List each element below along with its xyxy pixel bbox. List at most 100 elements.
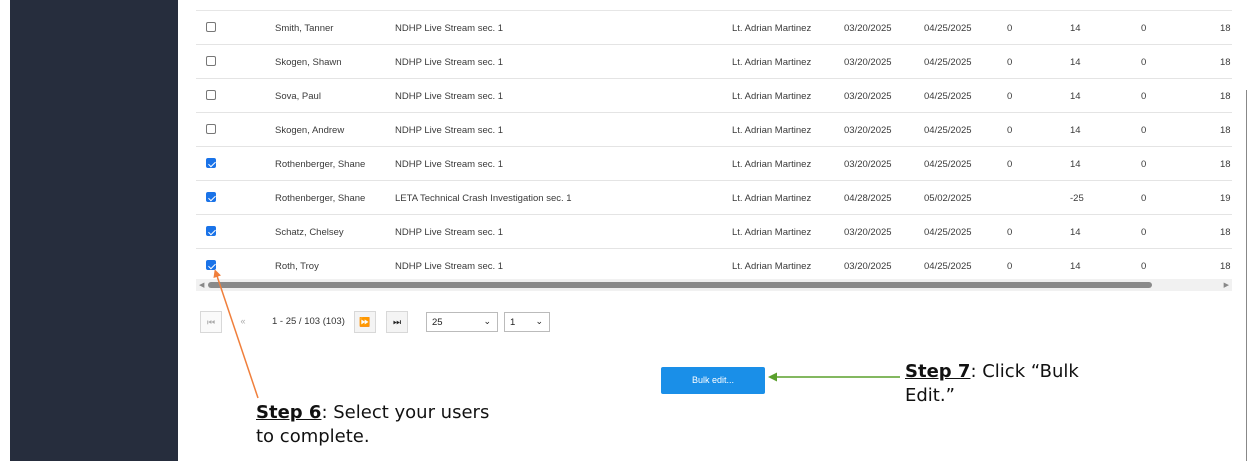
left-margin — [0, 0, 10, 461]
course-name: NDHP Live Stream sec. 1 — [395, 57, 504, 68]
table-row: Sova, Paul NDHP Live Stream sec. 1 Lt. Adr… — [196, 79, 1232, 113]
end-date: 04/25/2025 — [924, 57, 972, 68]
col-b-value: 14 — [1070, 23, 1081, 34]
step7-annotation: Step 7: Click “Bulk Edit.” — [905, 360, 1125, 408]
col-b-value: 14 — [1070, 261, 1081, 272]
student-name: Schatz, Chelsey — [275, 227, 344, 238]
scrollbar-thumb[interactable] — [208, 282, 1152, 288]
instructor-name: Lt. Adrian Martinez — [732, 193, 812, 204]
instructor-name: Lt. Adrian Martinez — [732, 57, 812, 68]
chevron-down-icon: ⌄ — [535, 316, 543, 326]
student-name: Skogen, Andrew — [275, 125, 345, 136]
col-c-value: 0 — [1141, 193, 1147, 204]
table-row: Schatz, Chelsey NDHP Live Stream sec. 1 Lt… — [196, 215, 1232, 249]
chevron-down-icon: ⌄ — [483, 316, 491, 326]
instructor-name: Lt. Adrian Martinez — [732, 227, 812, 238]
col-b-value: 14 — [1070, 125, 1081, 136]
end-date: 04/25/2025 — [924, 159, 972, 170]
scroll-left-icon[interactable]: ◀ — [199, 281, 204, 289]
col-a-value: 0 — [1007, 23, 1013, 34]
row-select-checkbox[interactable] — [206, 260, 216, 270]
page-range-text: 1 - 25 / 103 (103) — [272, 316, 345, 327]
table-row: Smith, Tanner NDHP Live Stream sec. 1 Lt. … — [196, 11, 1232, 45]
col-d-value: 18 — [1220, 261, 1231, 272]
end-date: 04/25/2025 — [924, 125, 972, 136]
start-date: 03/20/2025 — [844, 91, 892, 102]
instructor-name: Lt. Adrian Martinez — [732, 91, 812, 102]
last-page-button[interactable]: ⏭ — [386, 311, 408, 333]
row-select-checkbox[interactable] — [206, 90, 216, 100]
course-name: NDHP Live Stream sec. 1 — [395, 261, 504, 272]
course-name: NDHP Live Stream sec. 1 — [395, 23, 504, 34]
student-name: Smith, Tanner — [275, 23, 334, 34]
col-a-value: 0 — [1007, 261, 1013, 272]
start-date: 03/20/2025 — [844, 159, 892, 170]
student-name: Rothenberger, Shane — [275, 193, 366, 204]
bulk-edit-button[interactable]: Bulk edit... — [661, 367, 765, 394]
col-b-value: -25 — [1070, 193, 1084, 204]
horizontal-scrollbar[interactable]: ◀ ▶ — [196, 279, 1232, 291]
col-d-value: 18 — [1220, 57, 1231, 68]
next-page-button[interactable]: ⏩ — [354, 311, 376, 333]
row-select-checkbox[interactable] — [206, 124, 216, 134]
student-name: Rothenberger, Shane — [275, 159, 366, 170]
student-name: Roth, Troy — [275, 261, 319, 272]
table-row: Rothenberger, Shane LETA Technical Crash … — [196, 181, 1232, 215]
step6-annotation: Step 6: Select your users to complete. — [256, 401, 496, 449]
sidebar — [10, 0, 178, 461]
col-d-value: 18 — [1220, 159, 1231, 170]
instructor-name: Lt. Adrian Martinez — [732, 159, 812, 170]
col-c-value: 0 — [1141, 261, 1147, 272]
table-row: Skogen, Andrew NDHP Live Stream sec. 1 Lt.… — [196, 113, 1232, 147]
col-a-value: 0 — [1007, 159, 1013, 170]
scroll-right-icon[interactable]: ▶ — [1224, 281, 1229, 289]
course-name: LETA Technical Crash Investigation sec. … — [395, 193, 572, 204]
start-date: 04/28/2025 — [844, 193, 892, 204]
student-name: Skogen, Shawn — [275, 57, 342, 68]
table-row: Roth, Troy NDHP Live Stream sec. 1 Lt. Adr… — [196, 249, 1232, 283]
table-row: Skogen, Shawn NDHP Live Stream sec. 1 Lt. … — [196, 45, 1232, 79]
start-date: 03/20/2025 — [844, 227, 892, 238]
instructor-name: Lt. Adrian Martinez — [732, 23, 812, 34]
student-name: Sova, Paul — [275, 91, 321, 102]
row-select-checkbox[interactable] — [206, 56, 216, 66]
instructor-name: Lt. Adrian Martinez — [732, 261, 812, 272]
end-date: 04/25/2025 — [924, 91, 972, 102]
row-select-checkbox[interactable] — [206, 22, 216, 32]
col-d-value: 18 — [1220, 227, 1231, 238]
col-b-value: 14 — [1070, 159, 1081, 170]
row-select-checkbox[interactable] — [206, 192, 216, 202]
row-select-checkbox[interactable] — [206, 226, 216, 236]
end-date: 04/25/2025 — [924, 23, 972, 34]
page-number-select[interactable]: 1 ⌄ — [504, 312, 550, 332]
col-c-value: 0 — [1141, 23, 1147, 34]
col-b-value: 14 — [1070, 57, 1081, 68]
row-select-checkbox[interactable] — [206, 158, 216, 168]
course-name: NDHP Live Stream sec. 1 — [395, 91, 504, 102]
instructor-name: Lt. Adrian Martinez — [732, 125, 812, 136]
col-a-value: 0 — [1007, 57, 1013, 68]
start-date: 03/20/2025 — [844, 261, 892, 272]
end-date: 04/25/2025 — [924, 261, 972, 272]
end-date: 04/25/2025 — [924, 227, 972, 238]
col-c-value: 0 — [1141, 159, 1147, 170]
prev-page-button[interactable]: « — [232, 311, 254, 333]
col-c-value: 0 — [1141, 125, 1147, 136]
col-b-value: 14 — [1070, 227, 1081, 238]
step6-label: Step 6 — [256, 402, 322, 423]
course-name: NDHP Live Stream sec. 1 — [395, 159, 504, 170]
course-name: NDHP Live Stream sec. 1 — [395, 227, 504, 238]
col-c-value: 0 — [1141, 57, 1147, 68]
col-d-value: 18 — [1220, 23, 1231, 34]
col-c-value: 0 — [1141, 91, 1147, 102]
course-name: NDHP Live Stream sec. 1 — [395, 125, 504, 136]
col-c-value: 0 — [1141, 227, 1147, 238]
col-d-value: 18 — [1220, 125, 1231, 136]
page-size-select[interactable]: 25 ⌄ — [426, 312, 498, 332]
first-page-button[interactable]: ⏮ — [200, 311, 222, 333]
col-a-value: 0 — [1007, 91, 1013, 102]
user-course-table: Smith, Tanner NDHP Live Stream sec. 1 Lt. … — [196, 10, 1232, 292]
step7-label: Step 7 — [905, 361, 971, 382]
table-row: Rothenberger, Shane NDHP Live Stream sec.… — [196, 147, 1232, 181]
col-d-value: 19 — [1220, 193, 1231, 204]
